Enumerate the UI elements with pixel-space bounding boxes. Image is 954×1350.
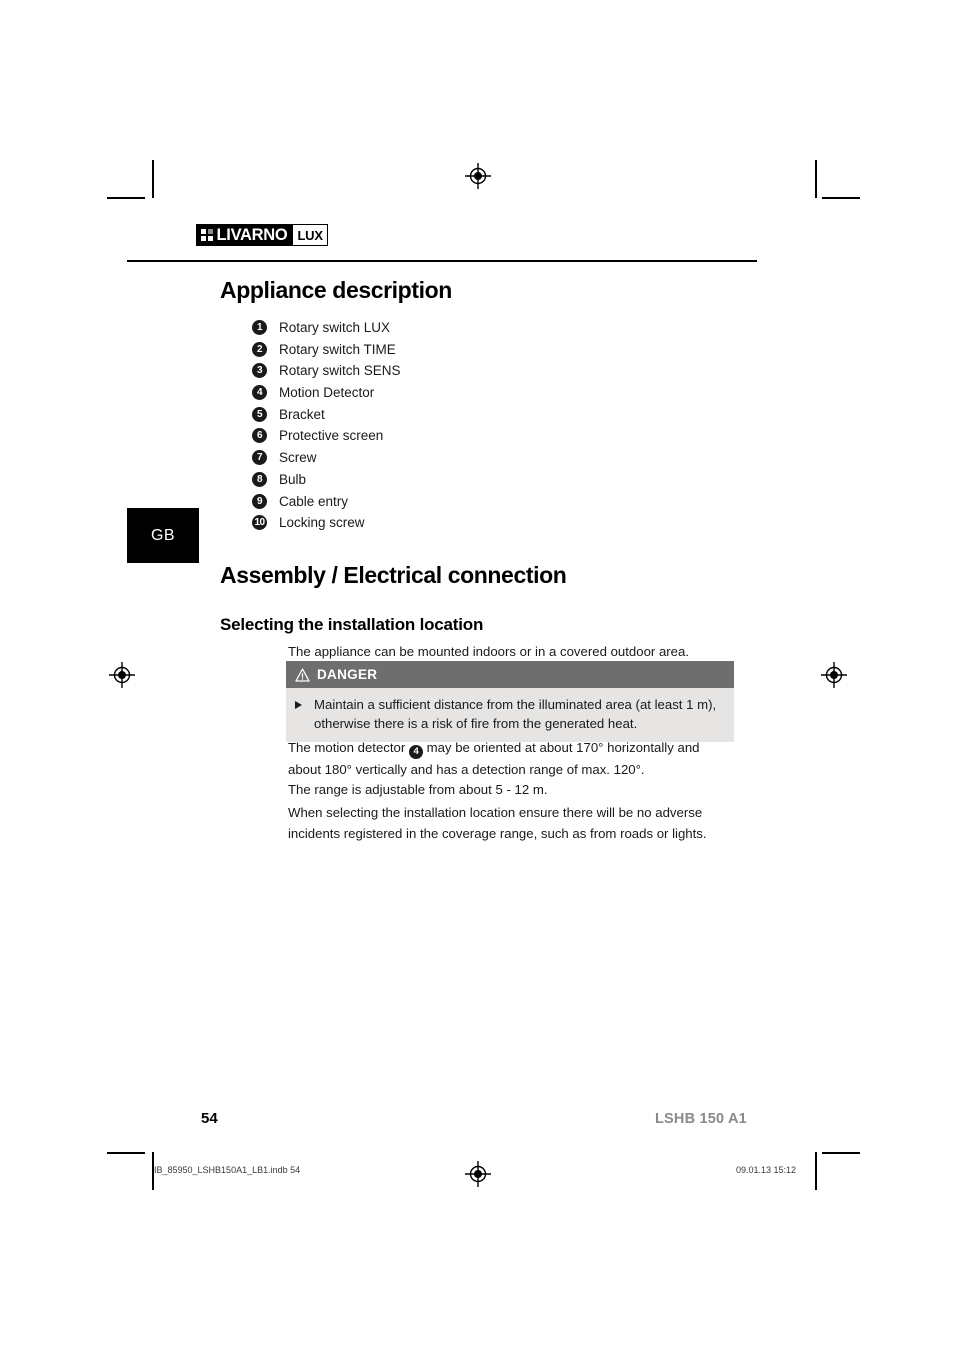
part-legend-item: 1 Rotary switch LUX (252, 318, 582, 340)
manual-page: LIVARNO LUX Appliance description 1 Rotar… (0, 0, 954, 1350)
part-label: Bracket (279, 406, 325, 422)
crop-mark-top-right-vertical (815, 160, 817, 198)
part-number-badge: 5 (252, 406, 267, 422)
part-legend-item: 10 Locking screw (252, 513, 582, 535)
logo-black-field: LIVARNO (197, 225, 293, 245)
danger-callout-body: Maintain a sufficient distance from the … (286, 688, 734, 742)
livarno-lux-logo: LIVARNO LUX (196, 224, 328, 246)
part-label: Cable entry (279, 493, 349, 509)
part-number-badge: 9 (252, 493, 267, 509)
registration-mark-left (109, 662, 135, 688)
paragraph-coverage: When selecting the installation location… (288, 805, 707, 841)
part-number-badge: 8 (252, 471, 267, 487)
crop-mark-top-left-vertical (152, 160, 154, 198)
crop-mark-bottom-left-horizontal (107, 1152, 145, 1154)
crop-mark-bottom-right-vertical (815, 1152, 817, 1190)
section-title-assembly: Assembly / Electrical connection (220, 562, 567, 588)
part-legend-item: 5 Bracket (252, 405, 582, 427)
logo-lux-badge: LUX (292, 225, 327, 245)
part-number-badge: 10 (252, 515, 267, 531)
registration-mark-top (465, 163, 491, 189)
part-label: Protective screen (279, 428, 384, 444)
parts-legend-list: 1 Rotary switch LUX 2 Rotary switch TIME 3 Ro… (252, 318, 582, 535)
part-label: Bulb (279, 471, 307, 487)
paragraph-detector-text-before: The motion detector (288, 740, 409, 755)
part-label: Rotary switch TIME (279, 341, 396, 357)
paragraph-intro: The appliance can be mounted indoors or … (288, 644, 690, 659)
crop-mark-top-left-horizontal (107, 197, 145, 199)
crop-mark-top-right-horizontal (822, 197, 860, 199)
logo-wordmark: LIVARNO (216, 225, 288, 244)
paragraph-range: The range is adjustable from about 5 - 1… (288, 782, 548, 797)
part-legend-item: 2 Rotary switch TIME (252, 340, 582, 362)
part-number-badge: 6 (252, 428, 267, 444)
part-number-badge: 4 (252, 385, 267, 401)
crop-mark-bottom-right-horizontal (822, 1152, 860, 1154)
language-badge-gb: GB (127, 508, 199, 563)
part-legend-item: 7 Screw (252, 448, 582, 470)
logo-squares-icon (201, 229, 213, 241)
paragraph-motion-detector: The motion detector 4 may be oriented at… (288, 737, 734, 780)
part-number-badge: 1 (252, 320, 267, 335)
registration-mark-bottom (465, 1161, 491, 1187)
inline-part-marker-4: 4 (408, 745, 423, 759)
part-legend-item: 9 Cable entry (252, 492, 582, 514)
print-imprint-file: IB_85950_LSHB150A1_LB1.indb 54 (154, 1165, 301, 1175)
part-legend-item: 8 Bulb (252, 470, 582, 492)
part-label: Locking screw (279, 515, 365, 531)
page-number: 54 (201, 1110, 218, 1127)
part-label: Rotary switch SENS (279, 363, 401, 379)
warning-triangle-icon (295, 667, 310, 682)
registration-mark-right (821, 662, 847, 688)
part-legend-item: 6 Protective screen (252, 426, 582, 448)
danger-callout-header: DANGER (286, 661, 734, 688)
danger-instruction-text: Maintain a sufficient distance from the … (314, 697, 717, 731)
page-title-appliance-description: Appliance description (220, 277, 452, 303)
print-imprint-timestamp: 09.01.13 15:12 (736, 1165, 797, 1175)
part-number-badge: 7 (252, 450, 267, 466)
part-number-badge: 2 (252, 341, 267, 357)
part-number-badge: 3 (252, 363, 267, 379)
arrow-bullet-icon (295, 701, 302, 709)
danger-label: DANGER (317, 667, 378, 682)
part-legend-item: 3 Rotary switch SENS (252, 361, 582, 383)
part-label: Screw (279, 450, 317, 466)
header-divider (127, 260, 757, 262)
model-identifier: LSHB 150 A1 (655, 1111, 747, 1127)
subsection-title-installation-location: Selecting the installation location (220, 615, 484, 634)
part-label: Motion Detector (279, 385, 375, 401)
danger-callout: DANGER Maintain a sufficient distance fr… (286, 661, 734, 742)
part-label: Rotary switch LUX (279, 320, 391, 335)
part-legend-item: 4 Motion Detector (252, 383, 582, 405)
